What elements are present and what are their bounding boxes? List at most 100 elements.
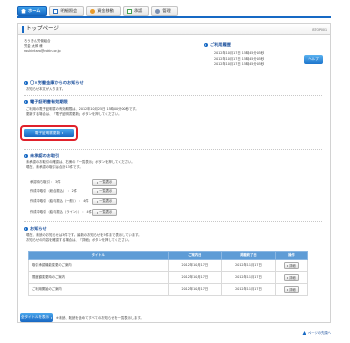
tab-transfer[interactable]: 資金移動 — [86, 6, 121, 16]
bullet-icon — [24, 80, 28, 85]
tab-label: 明細照会 — [60, 8, 78, 14]
table-row: 限度額変更時のご案内 2012年10月17日 2012年11月17日 詳細 — [28, 271, 309, 284]
section-title: ご利用履歴 — [210, 42, 231, 47]
column-header: 掲載終了日 — [221, 251, 276, 260]
users-icon — [155, 8, 161, 14]
tab-approval[interactable]: 承認 — [122, 6, 150, 16]
button-label: 一覧表示 — [99, 210, 113, 215]
pending-row-label: 作成中取引（総合振込） ： 2件 — [30, 189, 78, 193]
bullet-icon — [24, 226, 28, 231]
page: ホーム 明細照会 資金移動 承認 管理 トップページ BTOP001 ろうきん労… — [0, 0, 350, 343]
pending-row-label: 承認待ち取引 ： 3件 — [30, 180, 61, 184]
column-header: 操作 — [274, 251, 309, 260]
section-title: お知らせ — [30, 226, 47, 231]
button-label: 一覧表示 — [99, 189, 113, 194]
bullet-icon — [24, 99, 28, 104]
user-email: roukintaro@rokin.or.jp — [24, 49, 61, 53]
news-table: タイトル ご案内日 掲載終了日 操作 取引承認機能変更のご案内 2012年10月… — [28, 251, 309, 296]
news-end-cell: 2012年11月17日 — [221, 271, 276, 284]
tab-label: 管理 — [162, 8, 171, 14]
login-history-list: 2012年10月17日 15時45分05秒 2012年10月17日 15時45分… — [214, 51, 264, 68]
cert-heading: 電子証明書有効期限 — [24, 99, 68, 104]
main-nav: ホーム 明細照会 資金移動 承認 管理 — [17, 6, 178, 16]
section-title: 電子証明書有効期限 — [30, 99, 68, 104]
list-view-button[interactable]: 一覧表示 — [92, 188, 117, 195]
arrow-right-icon — [96, 181, 98, 184]
login-entry: 2012年10月17日 15時45分05秒 — [214, 51, 265, 55]
news-date-cell: 2012年10月17日 — [167, 271, 223, 284]
news-end-cell: 2012年11月17日 — [221, 259, 276, 272]
section-divider — [24, 149, 322, 150]
button-label: 詳細 — [289, 287, 296, 292]
pending-row-label: 作成中取引（給与振込（ライン）） ： 4件 — [30, 210, 92, 214]
news-date-cell: 2012年10月17日 — [167, 283, 223, 296]
button-label: 電子証明書更新 — [34, 130, 61, 135]
bullet-icon — [24, 153, 28, 158]
arrow-right-icon — [96, 200, 98, 203]
cert-button-highlight: 電子証明書更新 — [20, 125, 78, 141]
check-icon — [126, 8, 132, 14]
arrow-right-icon — [51, 316, 52, 319]
tab-label: 承認 — [133, 8, 143, 14]
page-code: BTOP001 — [312, 27, 327, 32]
arrow-up-icon — [302, 331, 307, 336]
cert-text: ご利用の電子証明書の有効期限は、2012年10月25日 15時00分00秒です。… — [26, 107, 139, 117]
login-entry: 2012年10月17日 15時45分05秒 — [214, 62, 265, 67]
cert-renew-button[interactable]: 電子証明書更新 — [24, 129, 74, 137]
news-heading: お知らせ — [24, 226, 47, 231]
table-row: ご利用開始のご案内 2012年10月17日 2012年11月17日 詳細 — [28, 283, 309, 296]
news-date-cell: 2012年10月17日 — [167, 259, 223, 272]
page-top-link[interactable]: ページの先頭へ — [302, 331, 331, 336]
news-title-cell: ご利用開始のご案内 — [28, 283, 169, 296]
pending-heading: 未承認のお取引 — [24, 153, 59, 158]
show-all-titles-button[interactable]: 全タイトルを表示 — [20, 313, 53, 322]
pending-row-label: 作成中取引（給与振込（一般）） ： 4件 — [30, 199, 89, 203]
tab-home[interactable]: ホーム — [17, 6, 48, 16]
help-button[interactable]: ヘルプ — [304, 55, 323, 64]
login-history-heading: ご利用履歴 — [204, 42, 231, 47]
tab-management[interactable]: 管理 — [151, 6, 178, 16]
section-title: 〇×労働金庫からのお知らせ — [30, 80, 84, 85]
section-divider — [24, 95, 322, 96]
news-action-cell: 詳細 — [274, 259, 309, 272]
user-info: ろうきん労働組合 労金 太郎 様 roukintaro@rokin.or.jp — [24, 39, 61, 54]
arrow-right-icon — [62, 132, 64, 134]
detail-button[interactable]: 詳細 — [283, 286, 299, 293]
arrow-right-icon — [287, 264, 289, 267]
arrow-right-icon — [287, 288, 289, 291]
ox-notice-heading: 〇×労働金庫からのお知らせ — [24, 80, 84, 85]
list-view-button[interactable]: 一覧表示 — [92, 209, 117, 216]
yen-icon — [90, 8, 96, 14]
section-divider — [24, 221, 322, 222]
nav-underline — [17, 16, 331, 18]
detail-button[interactable]: 詳細 — [283, 262, 299, 269]
table-row: 取引承認機能変更のご案内 2012年10月17日 2012年11月17日 詳細 — [28, 259, 309, 272]
news-action-cell: 詳細 — [274, 271, 309, 284]
arrow-right-icon — [96, 190, 98, 193]
link-label: ページの先頭へ — [307, 331, 331, 335]
news-title-cell: 取引承認機能変更のご案内 — [28, 259, 169, 272]
tab-label: 資金移動 — [97, 8, 114, 14]
arrow-right-icon — [287, 276, 289, 279]
page-title: トップページ — [26, 26, 59, 33]
table-header-row: タイトル ご案内日 掲載終了日 操作 — [28, 251, 309, 260]
ox-notice-text: お知らせ本文が入ります。 — [26, 87, 66, 91]
cert-text-line: 更新する場合は、「電子証明書更新」ボタンを押してください。 — [26, 111, 122, 116]
arrow-right-icon — [96, 211, 98, 214]
news-action-cell: 詳細 — [274, 283, 309, 296]
show-all-note: ※未読、既読を含めてすべてのお知らせを一覧表示します。 — [56, 315, 144, 320]
detail-button[interactable]: 詳細 — [283, 274, 299, 281]
list-view-button[interactable]: 一覧表示 — [92, 198, 117, 205]
button-label: 詳細 — [289, 275, 296, 280]
button-label: 一覧表示 — [99, 199, 113, 204]
pending-text: 未承認のお取引の確認は、右側の「一覧表示」ボタンを押してください。 現在、未承認… — [26, 160, 135, 170]
tab-statements[interactable]: 明細照会 — [49, 6, 85, 16]
news-end-cell: 2012年11月17日 — [221, 283, 276, 296]
list-view-button[interactable]: 一覧表示 — [92, 179, 117, 186]
tab-label: ホーム — [28, 8, 41, 14]
column-header: ご案内日 — [167, 251, 223, 260]
news-title-cell: 限度額変更時のご案内 — [28, 271, 169, 284]
news-text-line: お知らせの内容を確認する場合は、「詳細」ボタンを押してください。 — [26, 237, 132, 242]
button-label: 詳細 — [289, 263, 296, 268]
page-header: トップページ BTOP001 — [18, 24, 330, 35]
